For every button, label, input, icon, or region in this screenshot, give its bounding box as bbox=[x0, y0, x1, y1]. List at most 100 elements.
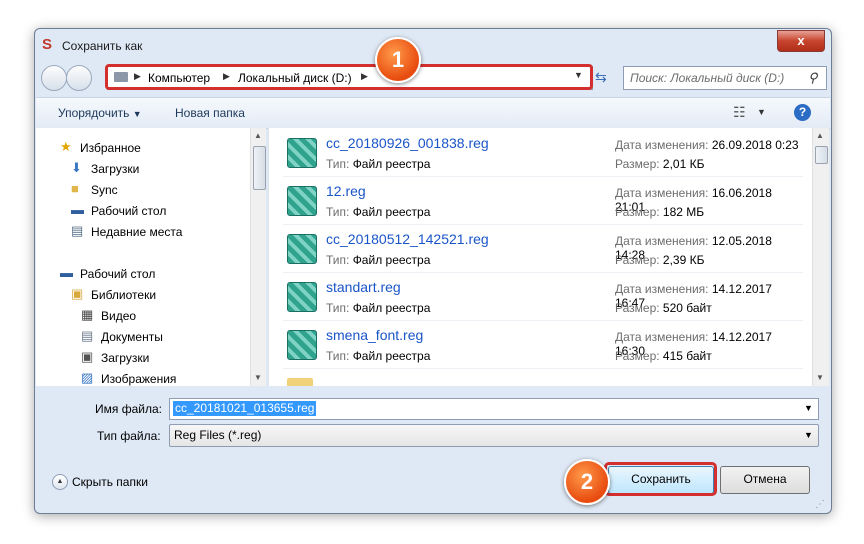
filetype-dropdown-icon[interactable]: ▼ bbox=[804, 430, 813, 440]
chevron-up-icon[interactable]: ▲ bbox=[52, 474, 68, 490]
pictures-icon: ▨ bbox=[81, 370, 94, 385]
file-size: 520 байт bbox=[662, 301, 712, 315]
file-size: 415 байт bbox=[662, 349, 712, 363]
date-key: Дата изменения: bbox=[615, 330, 709, 344]
refresh-icon[interactable]: ⇆ bbox=[595, 69, 607, 86]
nav-item-label: Документы bbox=[101, 330, 163, 344]
address-highlight bbox=[105, 64, 593, 90]
save-highlight bbox=[604, 462, 717, 496]
list-item[interactable] bbox=[283, 368, 803, 386]
file-scroll-thumb[interactable] bbox=[815, 146, 828, 164]
file-list-scrollbar[interactable]: ▲ ▼ bbox=[812, 128, 829, 386]
file-name: cc_20180512_142521.reg bbox=[326, 231, 489, 247]
registry-file-icon bbox=[287, 330, 317, 360]
view-options-icon[interactable]: ☷ bbox=[733, 104, 746, 121]
close-button[interactable]: x bbox=[777, 30, 825, 52]
list-item[interactable]: cc_20180512_142521.reg Тип: Файл реестра… bbox=[283, 224, 803, 273]
help-icon[interactable]: ? bbox=[794, 104, 811, 121]
nav-scroll-thumb[interactable] bbox=[253, 146, 266, 190]
downloads-icon: ⬇ bbox=[71, 160, 82, 175]
organize-button[interactable]: Упорядочить ▼ bbox=[58, 106, 142, 120]
filetype-select[interactable]: Reg Files (*.reg) ▼ bbox=[169, 424, 819, 447]
cancel-button[interactable]: Отмена bbox=[720, 466, 810, 494]
list-item[interactable]: standart.reg Тип: Файл реестра Дата изме… bbox=[283, 272, 803, 321]
file-name: standart.reg bbox=[326, 279, 401, 295]
type-key: Тип: bbox=[326, 349, 350, 363]
nav-scrollbar[interactable]: ▲ ▼ bbox=[250, 128, 266, 386]
title-bar: S Сохранить как x bbox=[35, 29, 831, 59]
list-item[interactable]: cc_20180926_001838.reg Тип: Файл реестра… bbox=[283, 128, 803, 177]
nav-item-label: Загрузки bbox=[101, 351, 150, 365]
scroll-down-icon[interactable]: ▼ bbox=[816, 373, 824, 382]
file-type: Файл реестра bbox=[352, 253, 431, 267]
app-icon: S bbox=[42, 36, 53, 53]
downloads-icon: ▣ bbox=[81, 349, 94, 364]
registry-file-icon bbox=[287, 282, 317, 312]
size-key: Размер: bbox=[615, 157, 660, 171]
filename-dropdown-icon[interactable]: ▼ bbox=[804, 403, 813, 413]
filename-input[interactable]: cc_20181021_013655.reg ▼ bbox=[169, 398, 819, 420]
registry-file-icon bbox=[287, 234, 317, 264]
step-badge-1: 1 bbox=[375, 37, 421, 83]
filename-value: cc_20181021_013655.reg bbox=[173, 401, 317, 416]
folder-icon bbox=[287, 378, 313, 386]
nav-item-label: Загрузки bbox=[91, 162, 140, 176]
file-size: 2,01 КБ bbox=[662, 157, 705, 171]
file-type: Файл реестра bbox=[352, 205, 431, 219]
file-size: 182 МБ bbox=[662, 205, 705, 219]
new-folder-button[interactable]: Новая папка bbox=[175, 106, 245, 120]
type-key: Тип: bbox=[326, 301, 350, 315]
type-key: Тип: bbox=[326, 205, 350, 219]
nav-item-label: Видео bbox=[101, 309, 137, 323]
file-list: cc_20180926_001838.reg Тип: Файл реестра… bbox=[268, 128, 829, 386]
nav-item-label: Рабочий стол bbox=[91, 204, 167, 218]
recent-icon: ▤ bbox=[71, 223, 84, 238]
file-type: Файл реестра bbox=[352, 301, 431, 315]
date-key: Дата изменения: bbox=[615, 234, 709, 248]
file-type: Файл реестра bbox=[352, 157, 431, 171]
date-key: Дата изменения: bbox=[615, 138, 709, 152]
date-key: Дата изменения: bbox=[615, 186, 709, 200]
search-placeholder: Поиск: Локальный диск (D:) bbox=[630, 71, 785, 85]
filetype-label: Тип файла: bbox=[97, 429, 161, 443]
registry-file-icon bbox=[287, 138, 317, 168]
scroll-up-icon[interactable]: ▲ bbox=[816, 131, 824, 140]
search-icon[interactable]: ⚲ bbox=[808, 70, 818, 86]
list-item[interactable]: smena_font.reg Тип: Файл реестра Дата из… bbox=[283, 320, 803, 369]
search-input[interactable]: Поиск: Локальный диск (D:) ⚲ bbox=[623, 66, 827, 90]
nav-item-label: Изображения bbox=[101, 372, 177, 386]
scroll-down-icon[interactable]: ▼ bbox=[254, 373, 262, 382]
nav-item-label: Sync bbox=[91, 183, 118, 197]
back-button[interactable] bbox=[41, 65, 67, 91]
filetype-value: Reg Files (*.reg) bbox=[174, 428, 262, 442]
date-key: Дата изменения: bbox=[615, 282, 709, 296]
registry-file-icon bbox=[287, 186, 317, 216]
size-key: Размер: bbox=[615, 205, 660, 219]
list-item[interactable]: 12.reg Тип: Файл реестра Дата изменения:… bbox=[283, 176, 803, 225]
type-key: Тип: bbox=[326, 253, 350, 267]
star-icon: ★ bbox=[60, 139, 72, 154]
file-name: cc_20180926_001838.reg bbox=[326, 135, 489, 151]
desktop-icon: ▬ bbox=[60, 265, 73, 280]
window-title: Сохранить как bbox=[62, 39, 143, 53]
view-dropdown-icon[interactable]: ▼ bbox=[757, 107, 766, 117]
forward-button[interactable] bbox=[66, 65, 92, 91]
libraries-icon: ▣ bbox=[71, 286, 84, 301]
nav-item-label: Библиотеки bbox=[91, 288, 157, 302]
command-toolbar: Упорядочить ▼ Новая папка ☷ ▼ ? bbox=[36, 97, 830, 129]
desktop-icon: ▬ bbox=[71, 202, 84, 217]
scroll-up-icon[interactable]: ▲ bbox=[254, 131, 262, 140]
nav-item-label: Рабочий стол bbox=[80, 267, 156, 281]
filename-label: Имя файла: bbox=[95, 402, 162, 416]
step-badge-2: 2 bbox=[564, 459, 610, 505]
size-key: Размер: bbox=[615, 349, 660, 363]
hide-folders-button[interactable]: Скрыть папки bbox=[72, 475, 148, 489]
organize-label: Упорядочить bbox=[58, 106, 130, 120]
chevron-down-icon: ▼ bbox=[132, 109, 142, 119]
size-key: Размер: bbox=[615, 301, 660, 315]
file-name: 12.reg bbox=[326, 183, 366, 199]
resize-grip-icon[interactable]: ⋰ bbox=[815, 499, 825, 510]
nav-item-label: Избранное bbox=[80, 141, 141, 155]
save-as-dialog: S Сохранить как x ▶ Компьютер ▶ Локальны… bbox=[34, 28, 832, 514]
file-size: 2,39 КБ bbox=[662, 253, 705, 267]
